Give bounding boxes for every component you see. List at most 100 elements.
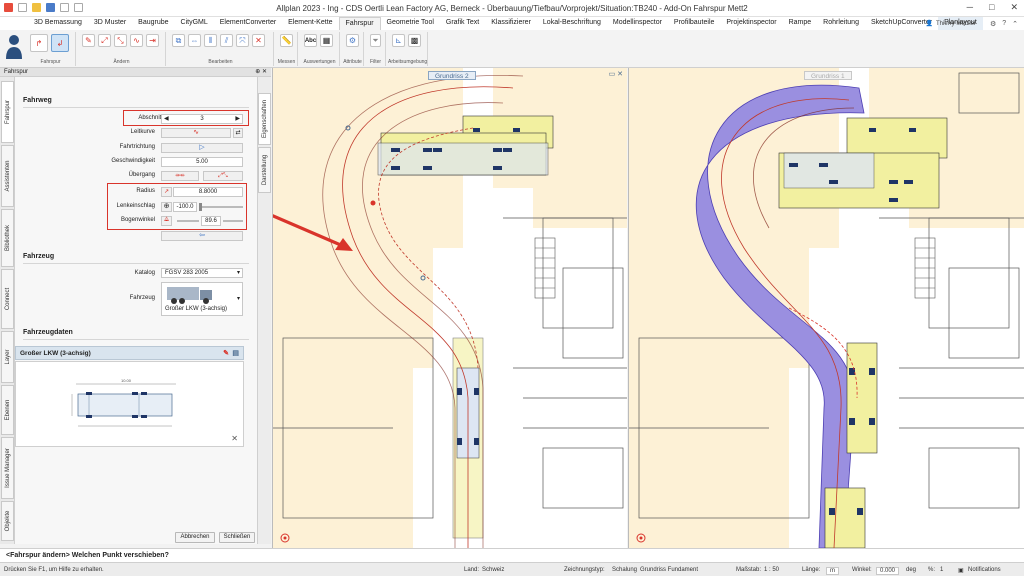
bogenwinkel-slider-right[interactable] — [223, 220, 243, 222]
vtab-connect[interactable]: Connect — [1, 269, 14, 329]
vtab-assistenten[interactable]: Assistenten — [1, 145, 14, 207]
leitkurve-button[interactable]: ∿ — [161, 128, 231, 138]
command-line[interactable]: <Fahrspur ändern> Welchen Punkt verschie… — [0, 548, 1024, 562]
user-name: Thierry Metzler — [935, 20, 976, 27]
tab-grafik-text[interactable]: Grafik Text — [440, 17, 485, 30]
zeichnungstyp-value[interactable]: Schalung — [612, 567, 637, 573]
tab-klassifizierer[interactable]: Klassifizierer — [485, 17, 537, 30]
fahrspur-create-icon[interactable]: ↱ — [30, 34, 48, 52]
bogenwinkel-slider[interactable] — [177, 220, 199, 222]
table-report-icon[interactable]: ▦ — [320, 34, 333, 47]
massstab-value[interactable]: 1 : 50 — [764, 567, 779, 573]
delete-icon[interactable]: ✕ — [252, 34, 265, 47]
tab-projektinspector[interactable]: Projektinspector — [720, 17, 782, 30]
uebergang-label: Übergang — [128, 172, 155, 178]
cancel-button[interactable]: Abbrechen — [175, 532, 215, 543]
winkel-value[interactable]: 0.000 — [876, 567, 900, 575]
abschnitt-stepper[interactable]: ◀ 3 ▶ — [161, 114, 243, 124]
viewport-label-grundriss-1[interactable]: Grundriss 1 — [804, 71, 852, 80]
tab-element-kette[interactable]: Element-Kette — [282, 17, 338, 30]
notifications-icon[interactable]: ▣ — [958, 567, 964, 574]
tab-profilbauteile[interactable]: Profilbauteile — [668, 17, 720, 30]
attribute-icon[interactable]: ⚙ — [346, 34, 359, 47]
fahrspur-modify-icon[interactable]: ↲ — [51, 34, 69, 52]
user-info[interactable]: 👤 Thierry Metzler — [926, 20, 977, 28]
close-button[interactable]: ✕ — [1010, 2, 1018, 13]
tab-3d-bemassung[interactable]: 3D Bemassung — [28, 17, 88, 30]
pencil-icon[interactable]: ✎ — [82, 34, 95, 47]
uebergang-option-a[interactable]: ⇸⇷ — [161, 171, 199, 181]
leitkurve-swap-button[interactable]: ⇄ — [233, 128, 243, 138]
tab-fahrspur[interactable]: Fahrspur — [338, 17, 381, 30]
close-preview-icon[interactable]: ✕ — [231, 434, 238, 443]
viewport-grundriss-1[interactable]: Grundriss 1 — [628, 68, 1024, 548]
tab-rampe[interactable]: Rampe — [783, 17, 818, 30]
viewport-label-grundriss-2[interactable]: Grundriss 2 — [428, 71, 476, 80]
vtab-bibliothek[interactable]: Bibliothek — [1, 209, 14, 267]
path-extend-icon[interactable]: ⇥ — [146, 34, 159, 47]
mirror-icon[interactable]: ⫽ — [220, 34, 233, 47]
minimize-button[interactable]: ─ — [967, 2, 973, 13]
tab-elementconverter[interactable]: ElementConverter — [214, 17, 282, 30]
close-panel-button[interactable]: Schließen — [219, 532, 255, 543]
workspace-grid-icon[interactable]: ▩ — [408, 34, 421, 47]
vtab-fahrspur[interactable]: Fahrspur — [1, 81, 14, 143]
align-icon[interactable]: ⫴ — [204, 34, 217, 47]
grundriss-1-drawing — [629, 68, 1024, 548]
laenge-label: Länge: — [802, 567, 821, 573]
uebergang-option-b[interactable]: ⤢⤡ — [203, 171, 243, 181]
tab-modellinspector[interactable]: Modellinspector — [607, 17, 668, 30]
vtab-objekte[interactable]: Objekte — [1, 501, 14, 541]
katalog-select[interactable]: FGSV 283 2005 ▾ — [161, 268, 243, 278]
text-report-icon[interactable]: Abc — [304, 34, 317, 47]
node-edit-icon[interactable]: ⤢ — [98, 34, 111, 47]
scale-icon[interactable]: ⤧ — [236, 34, 249, 47]
panel-controls[interactable]: ⊕ ✕ — [255, 68, 267, 75]
lenkeinschlag-slider-thumb[interactable] — [199, 203, 202, 211]
tab-rohrleitung[interactable]: Rohrleitung — [817, 17, 865, 30]
lenkeinschlag-slider[interactable] — [199, 203, 243, 211]
vehicle-dimension-drawing: 10.00 — [71, 378, 176, 427]
radius-input[interactable]: 8.8000 — [173, 187, 243, 197]
maximize-button[interactable]: □ — [989, 2, 994, 13]
tab-3d-muster[interactable]: 3D Muster — [88, 17, 132, 30]
laenge-value[interactable]: m — [826, 567, 839, 575]
vtab-ebenen[interactable]: Ebenen — [1, 385, 14, 435]
notifications-label[interactable]: Notifications — [968, 567, 1001, 573]
abschnitt-prev-icon[interactable]: ◀ — [164, 115, 169, 123]
tab-lokal-beschriftung[interactable]: Lokal-Beschriftung — [537, 17, 607, 30]
vehicle-library-icon[interactable]: ▤ — [232, 349, 239, 357]
vehicle-schematic: 10.00 ✕ — [15, 361, 244, 447]
path-split-icon[interactable]: ⤡ — [114, 34, 127, 47]
path-join-icon[interactable]: ∿ — [130, 34, 143, 47]
help-icon[interactable]: ? — [1002, 20, 1006, 28]
move-icon[interactable]: ⇔ — [188, 34, 201, 47]
vtab-layer[interactable]: Layer — [1, 331, 14, 383]
bogenwinkel-input[interactable]: 89.6 — [201, 216, 221, 226]
person-icon[interactable] — [5, 33, 23, 61]
lenkeinschlag-input[interactable]: -100.0 — [173, 202, 197, 212]
vtab-darstellung[interactable]: Darstellung — [258, 147, 271, 193]
tab-geometrie-tool[interactable]: Geometrie Tool — [381, 17, 440, 30]
abschnitt-next-icon[interactable]: ▶ — [235, 115, 240, 123]
vtab-eigenschaften[interactable]: Eigenschaften — [258, 93, 271, 145]
filter-icon[interactable]: ⏷ — [370, 34, 381, 47]
percent-label: %: — [928, 567, 936, 573]
vtab-issue-manager[interactable]: Issue Manager — [1, 437, 14, 499]
settings-icon[interactable]: ⚙ — [990, 20, 996, 28]
edit-pencil-icon[interactable]: ✎ — [223, 349, 229, 357]
copy-icon[interactable]: ⧉ — [172, 34, 185, 47]
viewport-controls-icon[interactable]: ▭ ✕ — [609, 70, 623, 78]
tab-citygml[interactable]: CityGML — [175, 17, 214, 30]
reverse-direction-button[interactable]: ⇦ — [161, 231, 243, 241]
workspace-axis-icon[interactable]: ⊾ — [392, 34, 405, 47]
ribbon-collapse-icon[interactable]: ⌃ — [1012, 20, 1018, 28]
curve-icon: ∿ — [193, 129, 199, 136]
tab-baugrube[interactable]: Baugrube — [132, 17, 174, 30]
measure-icon[interactable]: 📏 — [280, 34, 293, 47]
geschwindigkeit-input[interactable]: 5.00 — [161, 157, 243, 167]
lenkeinschlag-label: Lenkeinschlag — [116, 203, 155, 209]
fahrtrichtung-button[interactable]: ▷ — [161, 143, 243, 153]
viewport-grundriss-2[interactable]: Grundriss 2 ▭ ✕ — [272, 68, 627, 548]
fahrzeug-select[interactable]: Großer LKW (3-achsig) ▾ — [161, 282, 243, 316]
